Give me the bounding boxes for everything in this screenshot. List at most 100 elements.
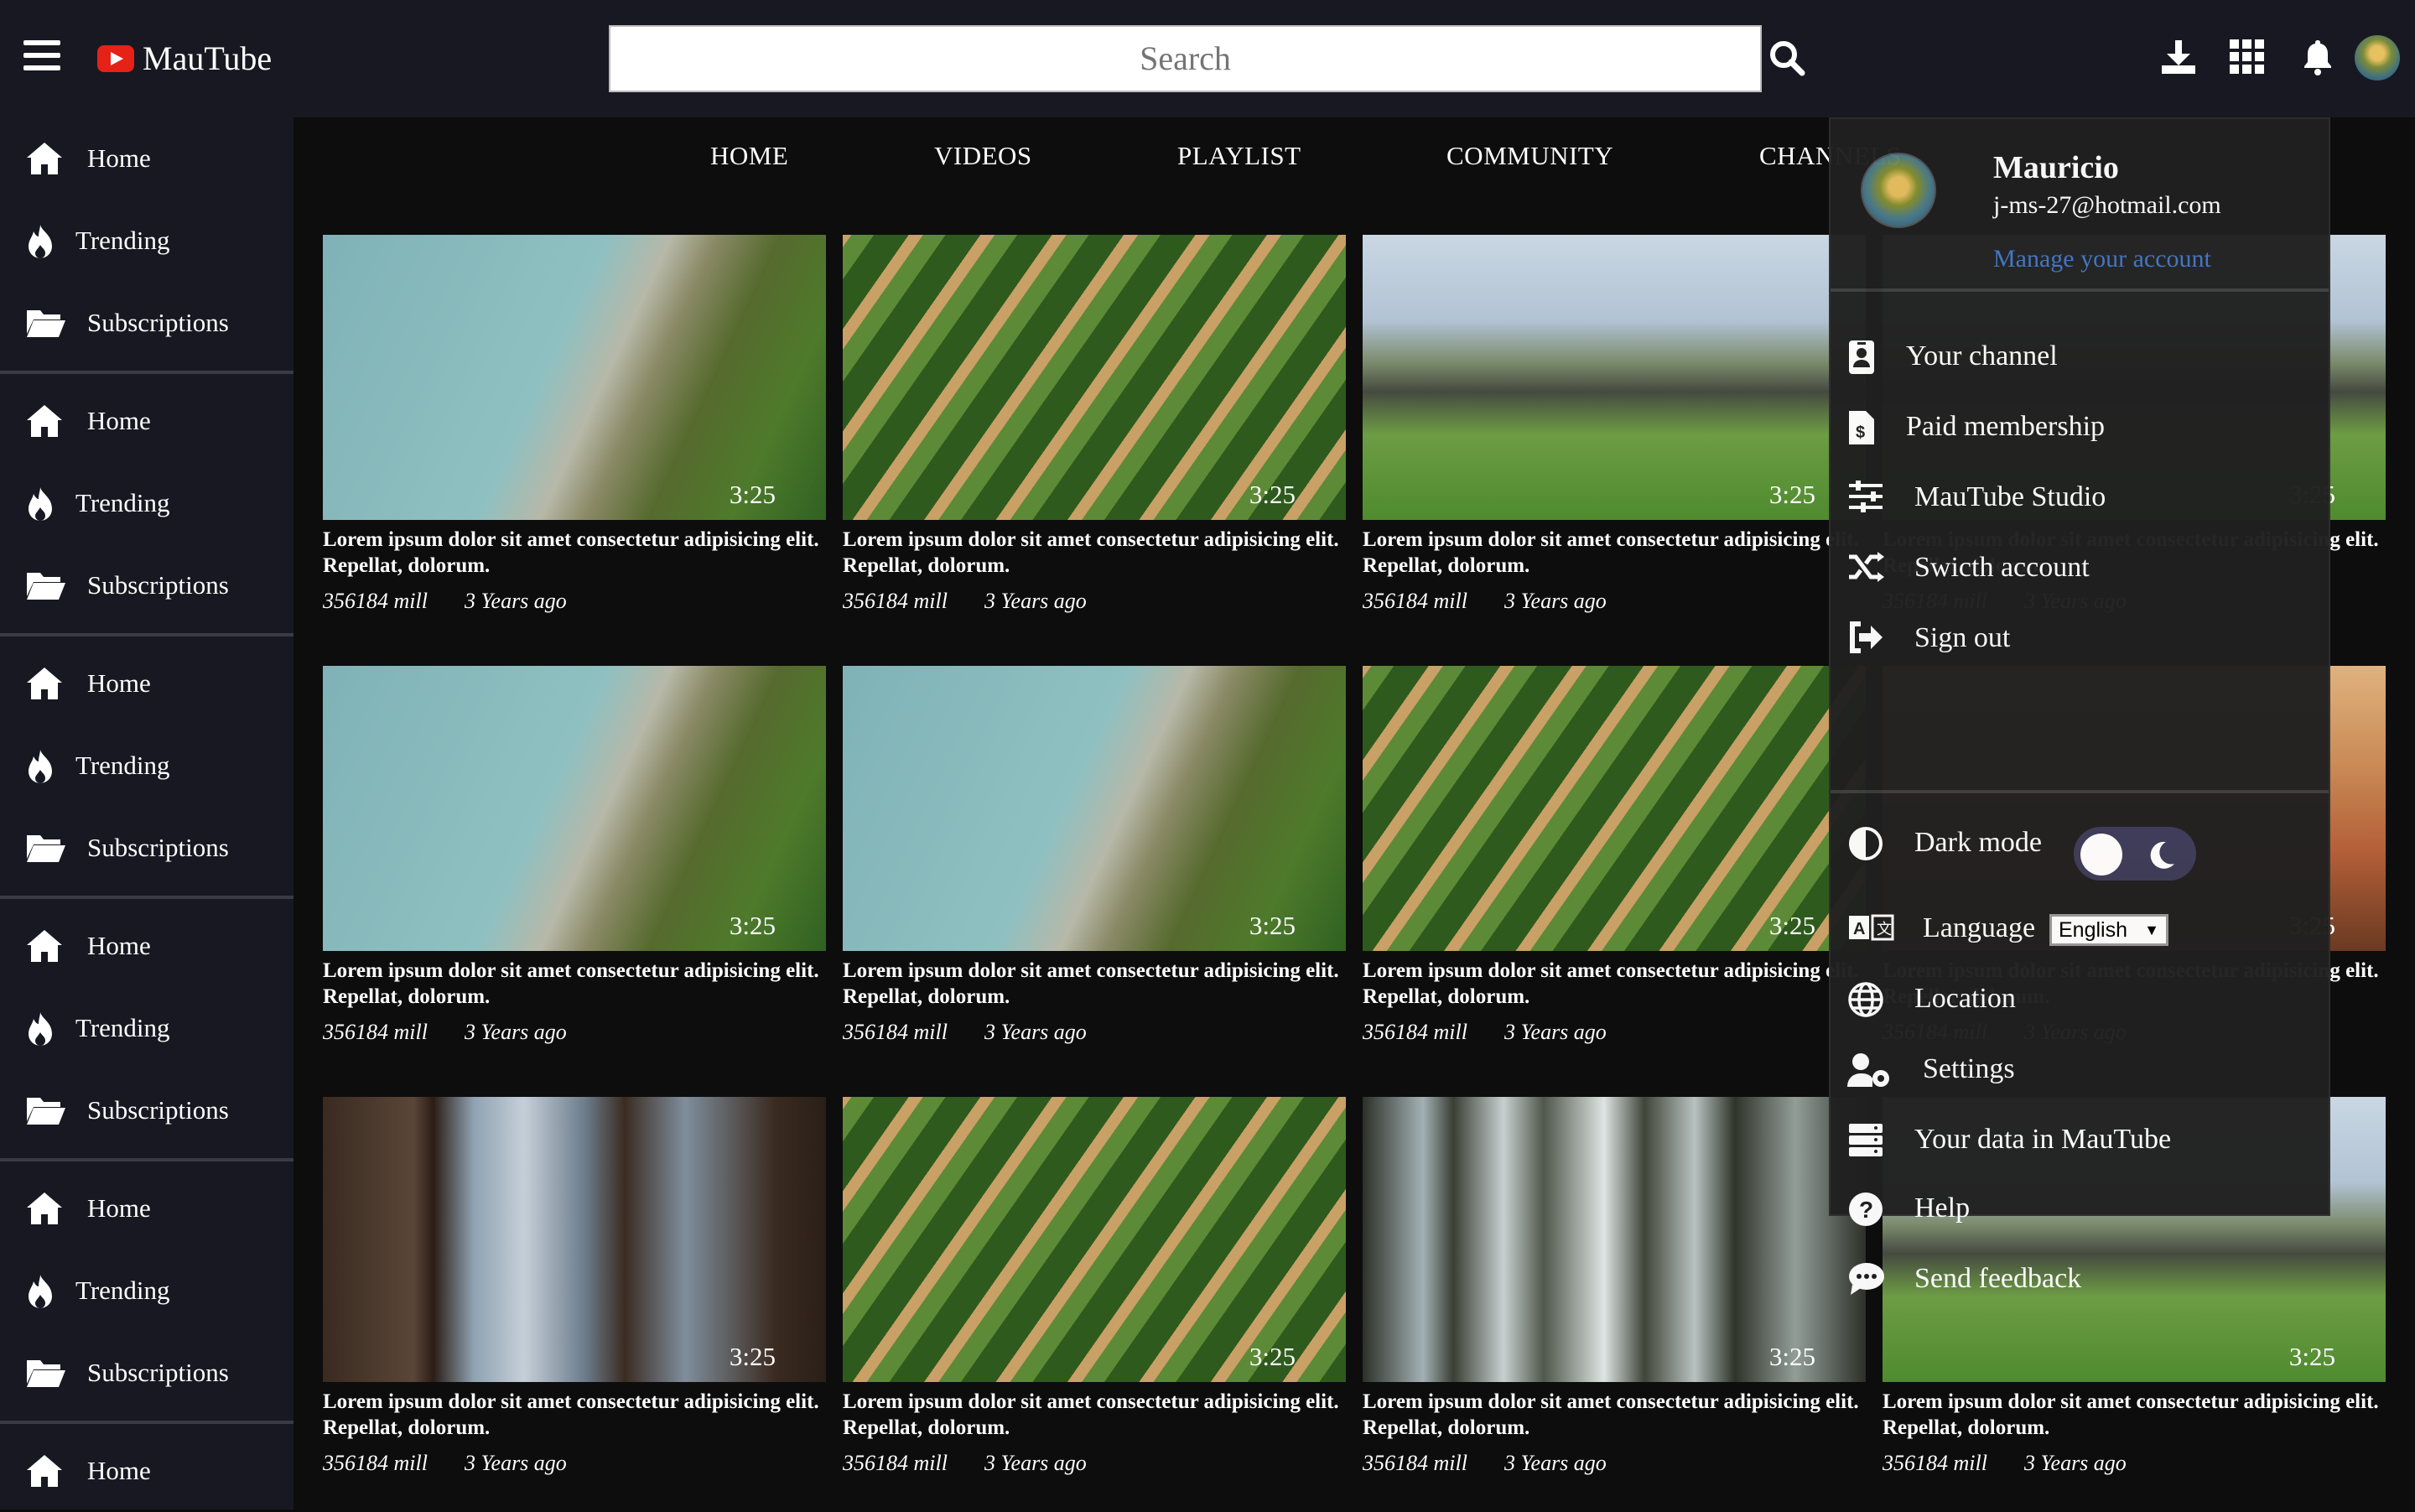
menu-item-sign-out[interactable]: Sign out xyxy=(1831,604,2329,674)
video-thumbnail[interactable]: 3:25 xyxy=(1363,1097,1866,1382)
bell-icon[interactable] xyxy=(2298,37,2338,77)
dark-mode-item[interactable]: Dark mode xyxy=(1831,808,2329,881)
logo[interactable]: MauTube xyxy=(97,39,272,78)
video-card[interactable]: 3:25 Lorem ipsum dolor sit amet consecte… xyxy=(843,1097,1346,1476)
menu-item-settings[interactable]: Settings xyxy=(1831,1035,2329,1105)
sidebar-divider xyxy=(0,1421,293,1424)
sidebar-item-subscriptions[interactable]: Subscriptions xyxy=(0,1332,293,1414)
view-count: 356184 mill xyxy=(323,1020,428,1044)
tab-community[interactable]: COMMUNITY xyxy=(1446,141,1613,171)
sidebar-item-subscriptions[interactable]: Subscriptions xyxy=(0,1069,293,1151)
tab-videos[interactable]: VIDEOS xyxy=(934,141,1032,171)
video-thumbnail[interactable]: 3:25 xyxy=(323,235,826,520)
sidebar-item-label: Home xyxy=(87,143,151,173)
duration-badge: 3:25 xyxy=(1249,480,1296,509)
video-thumbnail[interactable]: 3:25 xyxy=(843,666,1346,951)
video-title[interactable]: Lorem ipsum dolor sit amet consectetur a… xyxy=(1363,527,1866,579)
video-title[interactable]: Lorem ipsum dolor sit amet consectetur a… xyxy=(843,958,1346,1010)
video-title[interactable]: Lorem ipsum dolor sit amet consectetur a… xyxy=(1363,1389,1866,1441)
sidebar-item-label: Subscriptions xyxy=(87,570,229,600)
dark-mode-toggle[interactable] xyxy=(2074,827,2196,881)
sidebar-divider xyxy=(0,896,293,899)
menu-item-your-data-in-mautube[interactable]: Your data in MauTube xyxy=(1831,1105,2329,1176)
language-select[interactable]: English xyxy=(2049,914,2168,946)
avatar[interactable] xyxy=(2355,35,2400,81)
sidebar-item-trending[interactable]: Trending xyxy=(0,1250,293,1332)
sidebar-item-subscriptions[interactable]: Subscriptions xyxy=(0,282,293,364)
video-title[interactable]: Lorem ipsum dolor sit amet consectetur a… xyxy=(323,958,826,1010)
toggle-knob xyxy=(2080,834,2122,876)
upload-age: 3 Years ago xyxy=(464,589,567,613)
sidebar-item-label: Subscriptions xyxy=(87,308,229,337)
sidebar-item-subscriptions[interactable]: Subscriptions xyxy=(0,807,293,889)
sidebar-item-trending[interactable]: Trending xyxy=(0,462,293,544)
video-title[interactable]: Lorem ipsum dolor sit amet consectetur a… xyxy=(843,1389,1346,1441)
sidebar-item-label: Trending xyxy=(75,488,170,517)
search-input[interactable]: Search xyxy=(609,25,1762,92)
menu-item-send-feedback[interactable]: Send feedback xyxy=(1831,1244,2329,1315)
view-count: 356184 mill xyxy=(843,1020,948,1044)
video-card[interactable]: 3:25 Lorem ipsum dolor sit amet consecte… xyxy=(1363,1097,1866,1476)
video-card[interactable]: 3:25 Lorem ipsum dolor sit amet consecte… xyxy=(1363,235,1866,614)
user-email: j-ms-27@hotmail.com xyxy=(1993,191,2221,219)
video-thumbnail[interactable]: 3:25 xyxy=(1363,235,1866,520)
sidebar-item-trending[interactable]: Trending xyxy=(0,987,293,1069)
app-name: MauTube xyxy=(143,39,273,77)
tab-playlist[interactable]: PLAYLIST xyxy=(1177,141,1301,171)
menu-item-mautube-studio[interactable]: MauTube Studio xyxy=(1831,463,2329,533)
video-thumbnail[interactable]: 3:25 xyxy=(323,666,826,951)
video-card[interactable]: 3:25 Lorem ipsum dolor sit amet consecte… xyxy=(1363,666,1866,1045)
menu-item-location[interactable]: Location xyxy=(1831,964,2329,1035)
sidebar-item-home[interactable]: Home xyxy=(0,117,293,200)
upload-age: 3 Years ago xyxy=(464,1020,567,1044)
menu-item-paid-membership[interactable]: $ Paid membership xyxy=(1831,392,2329,463)
video-thumbnail[interactable]: 3:25 xyxy=(843,1097,1346,1382)
menu-item-help[interactable]: ? Help xyxy=(1831,1174,2329,1244)
sidebar-item-home[interactable]: Home xyxy=(0,380,293,462)
sidebar-item-home[interactable]: Home xyxy=(0,1167,293,1250)
sidebar-item-label: Trending xyxy=(75,226,170,255)
menu-item-swicth-account[interactable]: Swicth account xyxy=(1831,533,2329,604)
sidebar-item-subscriptions[interactable]: Subscriptions xyxy=(0,544,293,626)
sidebar-item-home[interactable]: Home xyxy=(0,1430,293,1512)
video-card[interactable]: 3:25 Lorem ipsum dolor sit amet consecte… xyxy=(843,666,1346,1045)
view-count: 356184 mill xyxy=(1363,1451,1467,1475)
video-card[interactable]: 3:25 Lorem ipsum dolor sit amet consecte… xyxy=(323,235,826,614)
video-title[interactable]: Lorem ipsum dolor sit amet consectetur a… xyxy=(1363,958,1866,1010)
video-title[interactable]: Lorem ipsum dolor sit amet consectetur a… xyxy=(1883,1389,2386,1441)
upload-age: 3 Years ago xyxy=(2023,1451,2127,1475)
tab-home[interactable]: HOME xyxy=(710,141,788,171)
language-item[interactable]: A文 Language English xyxy=(1831,894,2329,964)
video-title[interactable]: Lorem ipsum dolor sit amet consectetur a… xyxy=(323,527,826,579)
menu-item-label: Help xyxy=(1914,1192,1971,1224)
upload-age: 3 Years ago xyxy=(984,1020,1087,1044)
video-thumbnail[interactable]: 3:25 xyxy=(843,235,1346,520)
sidebar-item-home[interactable]: Home xyxy=(0,642,293,725)
account-menu: Mauricio j-ms-27@hotmail.com Manage your… xyxy=(1829,117,2330,1295)
moon-icon xyxy=(2150,841,2174,869)
search-icon[interactable] xyxy=(1768,39,1806,77)
video-title[interactable]: Lorem ipsum dolor sit amet consectetur a… xyxy=(323,1389,826,1441)
video-thumbnail[interactable]: 3:25 xyxy=(1363,666,1866,951)
user-name: Mauricio xyxy=(1993,150,2119,185)
video-card[interactable]: 3:25 Lorem ipsum dolor sit amet consecte… xyxy=(843,235,1346,614)
download-icon[interactable] xyxy=(2158,37,2199,77)
menu-item-your-channel[interactable]: Your channel xyxy=(1831,322,2329,392)
video-card[interactable]: 3:25 Lorem ipsum dolor sit amet consecte… xyxy=(323,1097,826,1476)
sidebar-item-trending[interactable]: Trending xyxy=(0,200,293,282)
dark-mode-label: Dark mode xyxy=(1914,827,2043,858)
avatar xyxy=(1861,153,1936,228)
video-card[interactable]: 3:25 Lorem ipsum dolor sit amet consecte… xyxy=(323,666,826,1045)
upload-age: 3 Years ago xyxy=(1504,589,1607,613)
sidebar-item-trending[interactable]: Trending xyxy=(0,725,293,807)
view-count: 356184 mill xyxy=(1363,589,1467,613)
sidebar-item-home[interactable]: Home xyxy=(0,905,293,987)
manage-account-link[interactable]: Manage your account xyxy=(1993,245,2211,273)
hamburger-menu-icon[interactable] xyxy=(23,40,60,70)
svg-text:A: A xyxy=(1853,920,1865,938)
sidebar-item-label: Home xyxy=(87,1193,151,1223)
apps-grid-icon[interactable] xyxy=(2227,37,2267,77)
video-thumbnail[interactable]: 3:25 xyxy=(323,1097,826,1382)
upload-age: 3 Years ago xyxy=(464,1451,567,1475)
video-title[interactable]: Lorem ipsum dolor sit amet consectetur a… xyxy=(843,527,1346,579)
